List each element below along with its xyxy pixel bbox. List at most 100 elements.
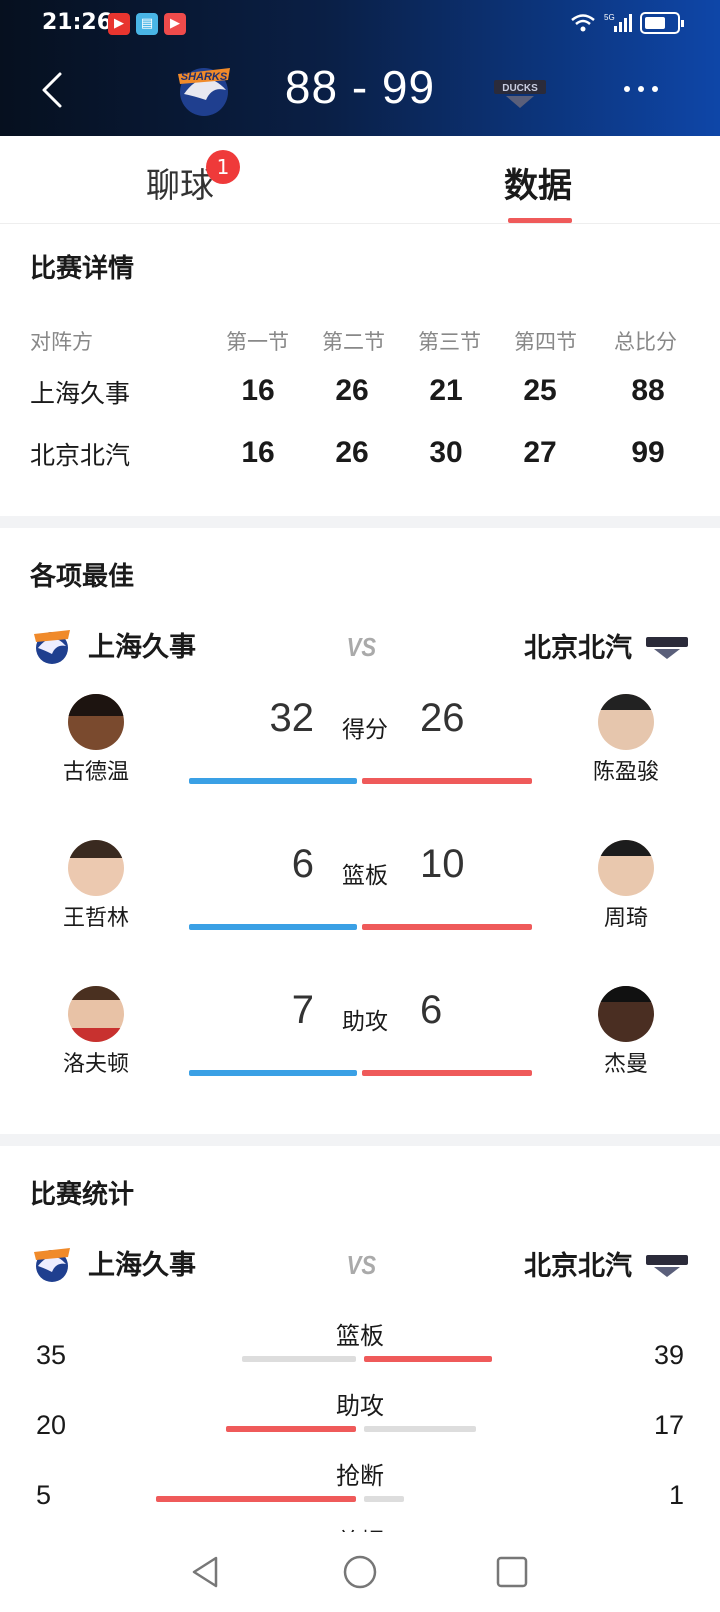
away-stat-value: 1: [668, 1480, 684, 1510]
tab-data[interactable]: 数据: [504, 158, 572, 207]
home-stat-bar: [156, 1496, 356, 1502]
home-stat-value: 35: [36, 1340, 67, 1370]
away-stat-bar: [364, 1426, 476, 1432]
home-logo-text: SHARKS: [181, 71, 228, 83]
status-bar: 21:26 ▶ ▤ ▶ 5G: [0, 0, 720, 50]
away-total: 99: [631, 436, 665, 469]
home-leader-value: 7: [291, 988, 314, 1032]
stat-label: 抢断: [336, 1462, 384, 1490]
home-leader-name[interactable]: 王哲林: [36, 900, 156, 932]
away-q3: 30: [429, 436, 463, 469]
away-stat-bar: [364, 1496, 404, 1502]
status-time: 21:26: [42, 10, 113, 35]
stats-home-team: 上海久事: [30, 1240, 196, 1284]
away-leader-bar: [362, 924, 532, 930]
home-leader-bar: [189, 924, 357, 930]
home-team-mini-logo: [34, 1248, 70, 1282]
home-stat-value: 20: [36, 1410, 67, 1440]
header-matchup: 对阵方: [30, 330, 93, 354]
player-avatar[interactable]: [68, 840, 124, 896]
away-leader-bar: [362, 778, 532, 784]
leader-category: 助攻: [342, 1009, 388, 1035]
away-team-name: 北京北汽: [524, 633, 632, 664]
home-q4: 25: [523, 374, 557, 407]
home-team-name: 上海久事: [88, 631, 196, 663]
system-nav-bar: [0, 1532, 720, 1612]
vs-label: VS: [346, 632, 377, 662]
player-avatar[interactable]: [598, 840, 654, 896]
chat-badge: 1: [206, 150, 240, 184]
away-leader-name[interactable]: 陈盈骏: [566, 754, 686, 786]
network-label: 5G: [604, 13, 615, 22]
wifi-icon: [571, 14, 595, 32]
home-leader-name[interactable]: 洛夫顿: [36, 1046, 156, 1078]
home-q1: 16: [241, 374, 275, 407]
away-stat-value: 39: [653, 1340, 684, 1370]
home-team-name: 上海久事: [88, 1249, 196, 1281]
away-q2: 26: [335, 436, 369, 469]
player-avatar[interactable]: [598, 986, 654, 1042]
status-icons: 5G: [570, 12, 684, 34]
battery-icon: [640, 12, 684, 34]
play-app-icon: ▶: [164, 13, 186, 35]
reader-app-icon: ▤: [136, 13, 158, 35]
player-avatar[interactable]: [68, 986, 124, 1042]
home-total: 88: [631, 374, 665, 407]
leader-category: 篮板: [342, 863, 388, 889]
away-q1: 16: [241, 436, 275, 469]
section-divider: [0, 516, 720, 528]
away-q4: 27: [523, 436, 557, 469]
away-stat-bar: [364, 1356, 492, 1362]
nav-home-icon[interactable]: [342, 1554, 378, 1590]
away-stat-value: 17: [653, 1410, 684, 1440]
home-leader-value: 6: [291, 842, 314, 886]
home-stat-bar: [242, 1356, 356, 1362]
away-leader-value: 10: [420, 842, 465, 886]
stats-title: 比赛统计: [30, 1180, 135, 1210]
player-avatar[interactable]: [68, 694, 124, 750]
match-details-title: 比赛详情: [30, 254, 135, 284]
vs-label: VS: [346, 1250, 377, 1280]
active-tab-indicator: [508, 218, 572, 223]
header-q2: 第二节: [322, 330, 385, 354]
tab-chat[interactable]: 聊球: [146, 158, 214, 207]
home-leader-name[interactable]: 古德温: [36, 754, 156, 786]
header-q1: 第一节: [226, 330, 289, 354]
stat-label: 篮板: [336, 1322, 384, 1350]
stats-away-team: 北京北汽: [524, 1244, 690, 1283]
signal-icon: 5G: [604, 13, 632, 32]
more-options-icon[interactable]: [624, 86, 658, 92]
back-icon[interactable]: [38, 70, 68, 110]
nav-recents-icon[interactable]: [494, 1554, 530, 1590]
row-team-away: 北京北汽: [30, 441, 131, 470]
row-team-home: 上海久事: [30, 379, 131, 408]
away-leader-bar: [362, 1070, 532, 1076]
match-score: 88 - 99: [284, 61, 436, 113]
section-divider: [0, 1134, 720, 1146]
video-app-icon: ▶: [108, 13, 130, 35]
away-leader-name[interactable]: 周琦: [566, 900, 686, 932]
home-team-mini-logo: [34, 630, 70, 664]
away-leader-value: 6: [420, 988, 443, 1032]
player-avatar[interactable]: [598, 694, 654, 750]
header-q4: 第四节: [514, 330, 577, 354]
leader-category: 得分: [342, 717, 388, 743]
home-stat-bar: [226, 1426, 356, 1432]
away-team-mini-logo: [646, 636, 688, 659]
home-q3: 21: [429, 374, 463, 407]
home-leader-value: 32: [269, 696, 315, 740]
home-q2: 26: [335, 374, 369, 407]
home-leader-bar: [189, 1070, 357, 1076]
away-leader-name[interactable]: 杰曼: [566, 1046, 686, 1078]
home-leader-bar: [189, 778, 357, 784]
tab-bar: 聊球 数据: [0, 136, 720, 224]
leaders-away-team: 北京北汽: [524, 626, 690, 665]
leaders-home-team: 上海久事: [30, 622, 196, 666]
header-q3: 第三节: [418, 330, 481, 354]
away-team-name: 北京北汽: [524, 1251, 632, 1282]
stat-label: 助攻: [336, 1392, 384, 1420]
nav-back-icon[interactable]: [188, 1554, 224, 1590]
stat-label: 盖帽: [300, 1522, 420, 1532]
leaders-title: 各项最佳: [30, 562, 135, 592]
header-total: 总比分: [614, 330, 677, 354]
